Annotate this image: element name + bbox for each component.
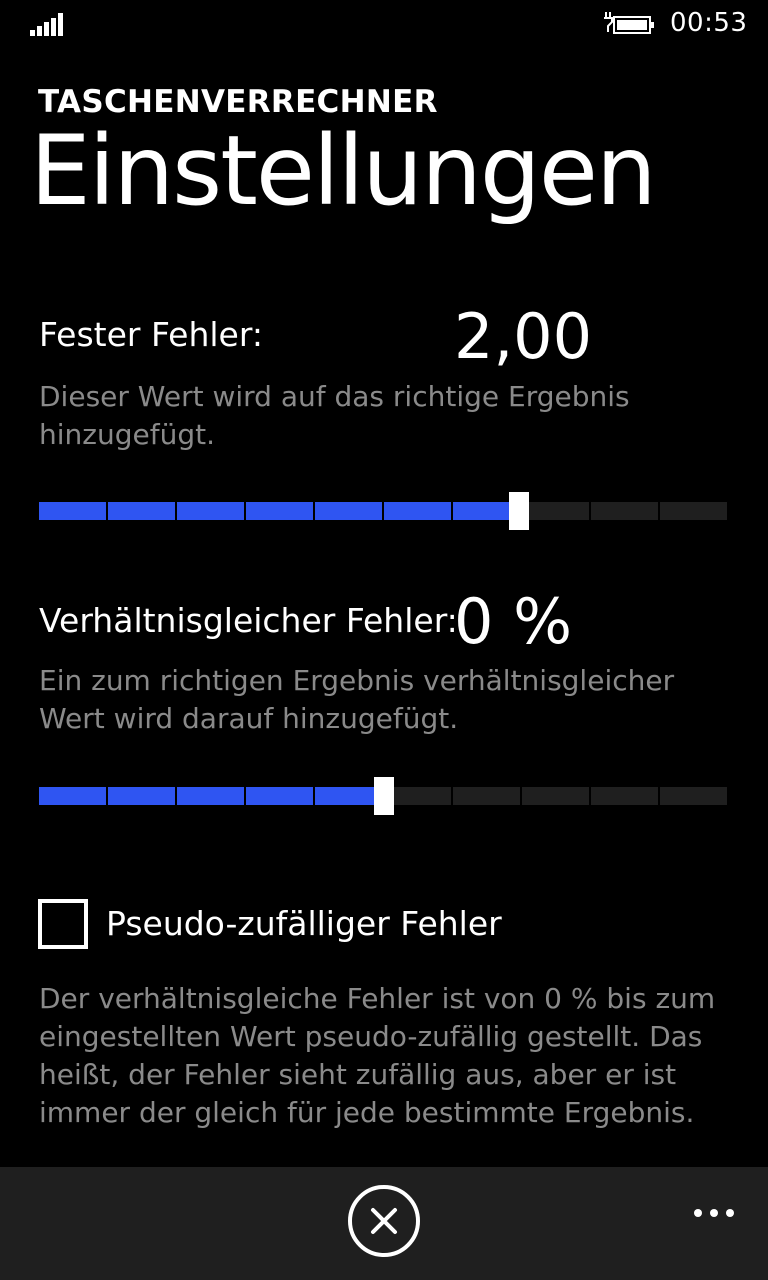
battery-charging-icon (604, 12, 654, 34)
status-clock: 00:53 (670, 8, 748, 38)
slider-thumb[interactable] (374, 777, 394, 815)
cancel-button[interactable] (348, 1185, 420, 1257)
more-icon-dot (710, 1209, 718, 1217)
fixed-error-label: Fester Fehler: (39, 315, 263, 354)
slider-track (39, 502, 729, 520)
signal-icon (30, 13, 63, 36)
slider-thumb[interactable] (508, 492, 529, 530)
pseudo-random-description: Der verhältnisgleiche Fehler ist von 0 %… (39, 982, 716, 1129)
more-icon-dot (726, 1209, 734, 1217)
pseudo-random-checkbox[interactable] (38, 899, 88, 949)
fixed-error-value: 2,00 (454, 300, 593, 373)
proportional-error-slider[interactable] (39, 777, 729, 815)
fixed-error-slider[interactable] (39, 492, 729, 530)
cancel-icon (371, 1208, 397, 1234)
app-bar (0, 1167, 768, 1280)
slider-ticks (39, 502, 729, 520)
proportional-error-description: Ein zum richtigen Ergebnis verhältnisgle… (39, 664, 675, 735)
pseudo-random-label[interactable]: Pseudo-zufälliger Fehler (106, 904, 502, 943)
page-title: Einstellungen (30, 115, 657, 227)
proportional-error-label: Verhältnisgleicher Fehler: (39, 601, 458, 640)
proportional-error-value: 0 % (454, 585, 573, 658)
more-button[interactable] (690, 1197, 738, 1227)
more-icon-dot (694, 1209, 702, 1217)
status-bar: 00:53 (0, 0, 768, 50)
fixed-error-description: Dieser Wert wird auf das richtige Ergebn… (39, 380, 630, 451)
